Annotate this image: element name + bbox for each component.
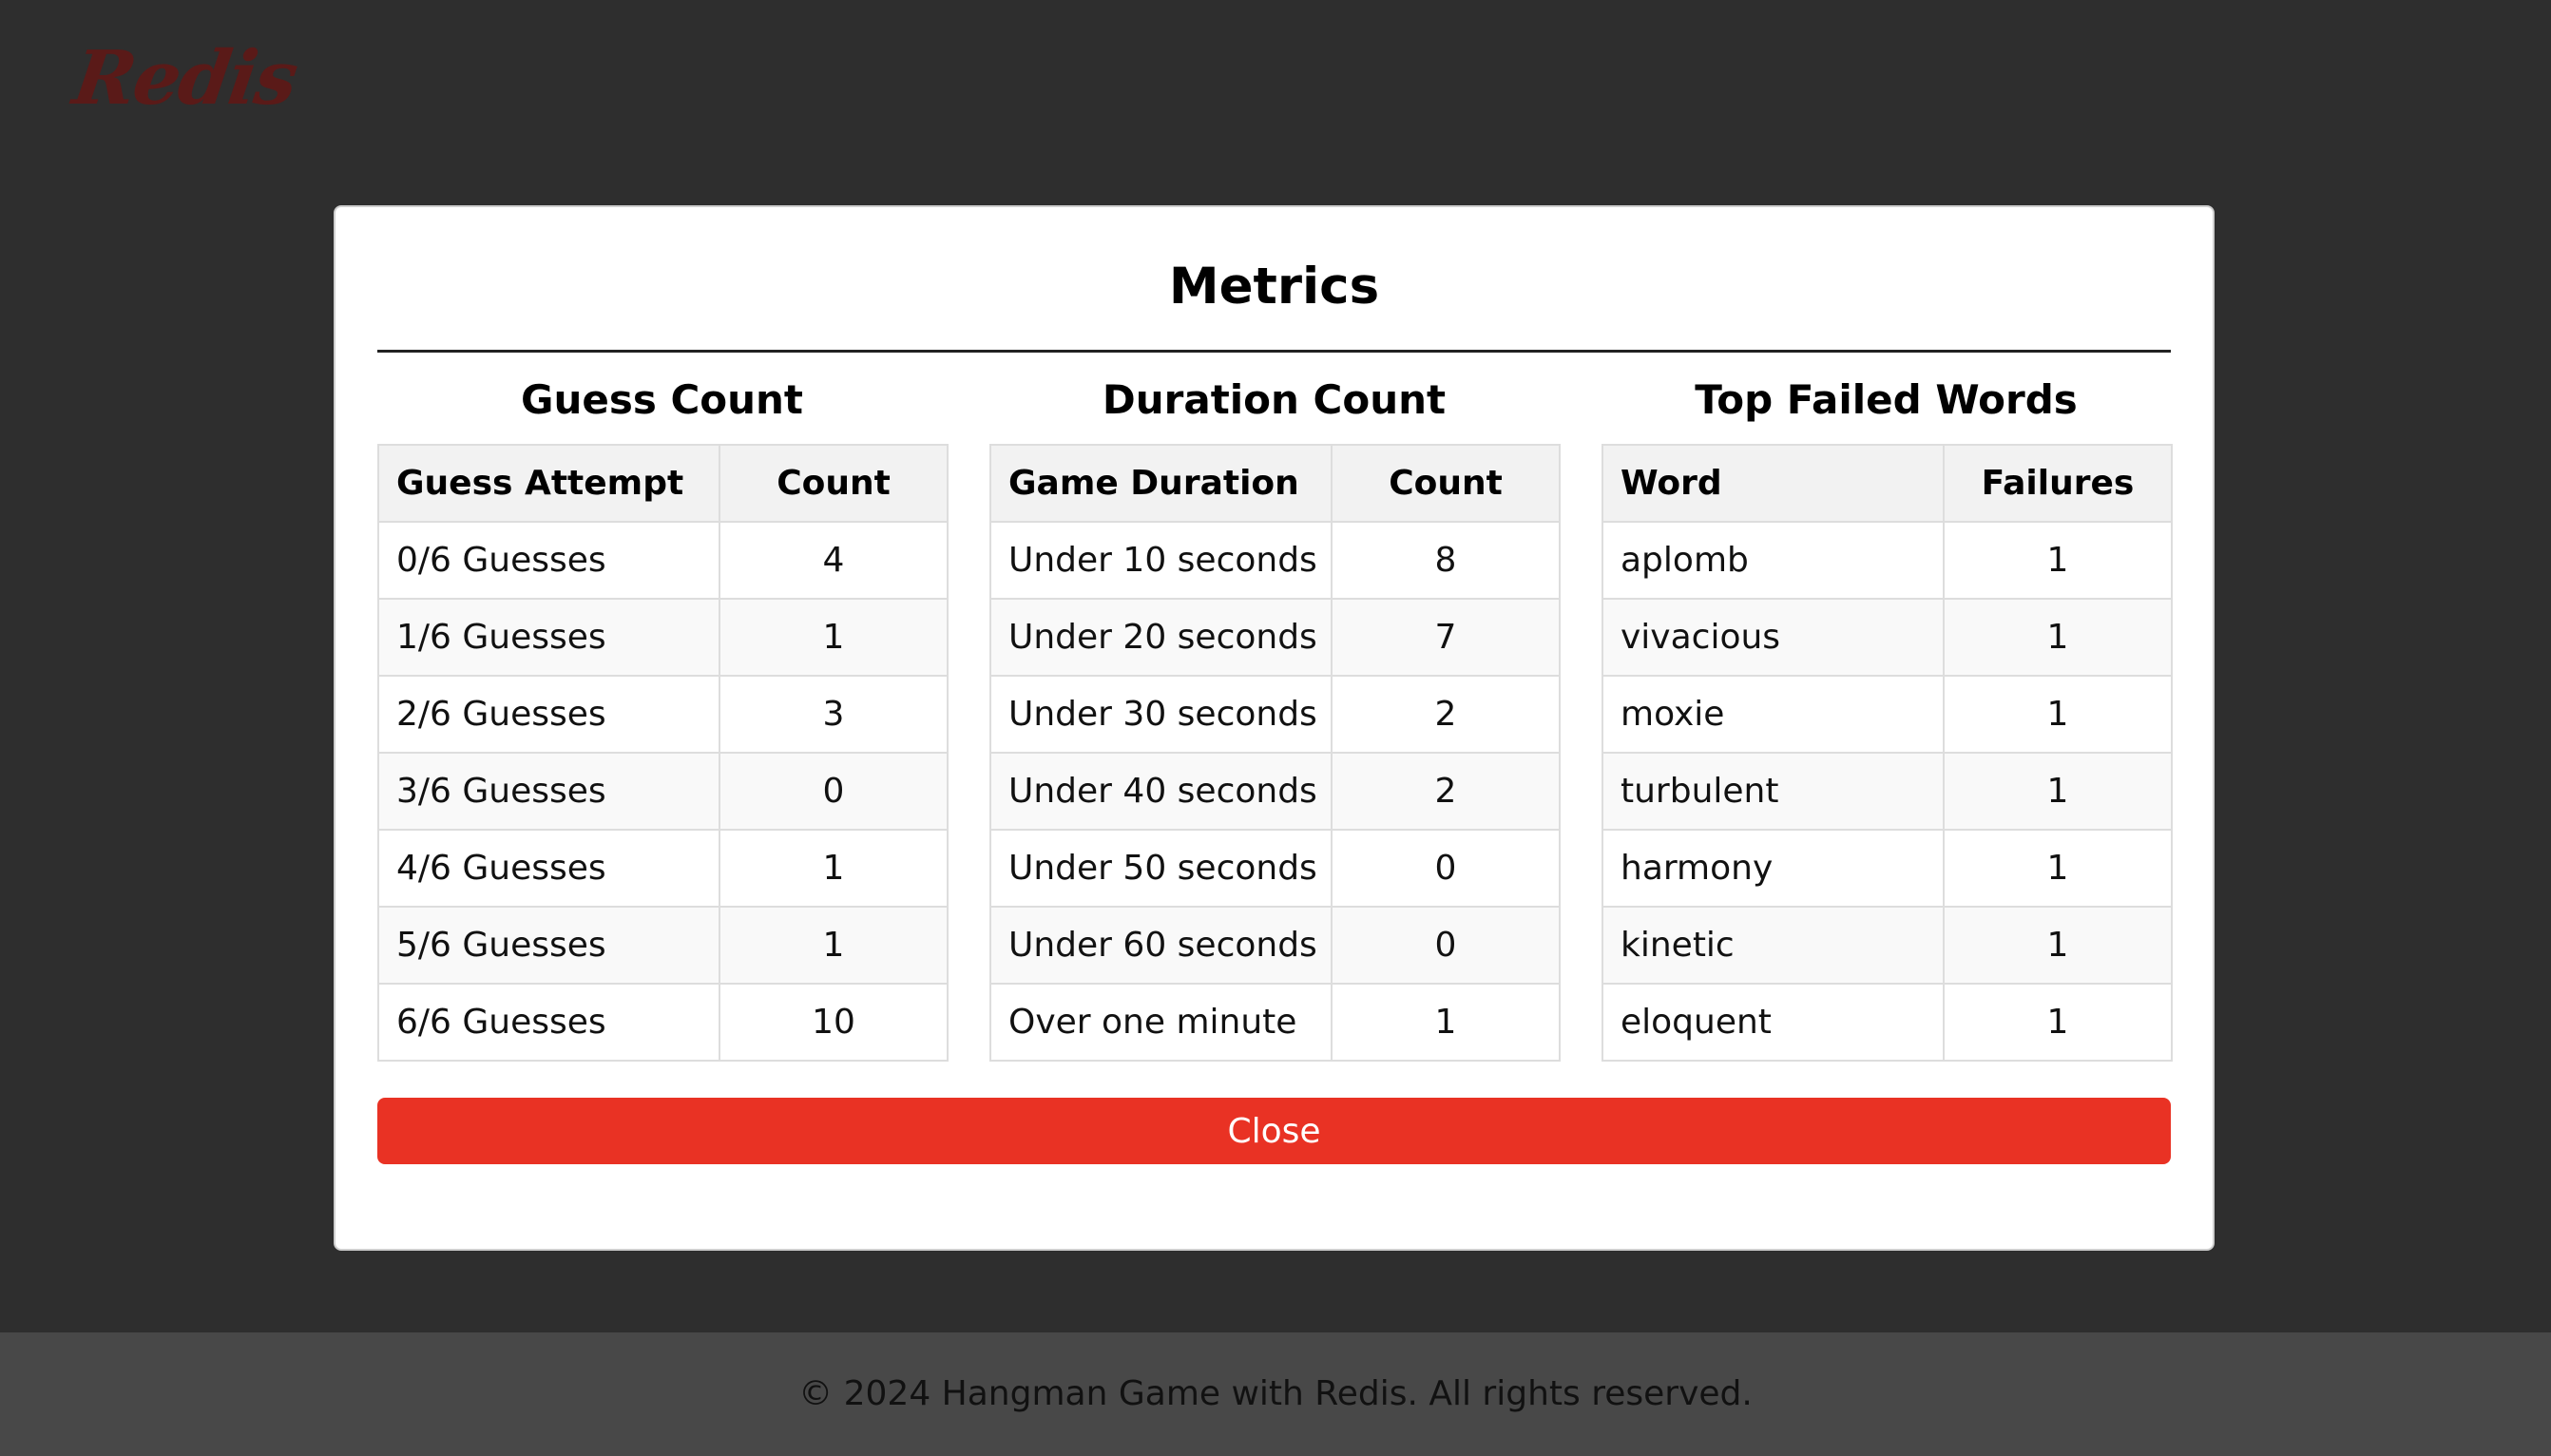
duration-count-table: Game Duration Count Under 10 seconds 8 Un… — [989, 444, 1561, 1062]
table-row: moxie 1 — [1602, 675, 2173, 754]
metrics-modal: Metrics Guess Count Guess Attempt Count … — [334, 205, 2215, 1251]
table-row: Under 30 seconds 2 — [989, 675, 1561, 754]
table-row: 2/6 Guesses 3 — [377, 675, 949, 754]
count-cell: 1 — [719, 829, 949, 908]
failures-cell: 1 — [1943, 598, 2173, 677]
count-cell: 7 — [1331, 598, 1561, 677]
game-duration-cell: Under 50 seconds — [989, 829, 1333, 908]
guess-attempt-cell: 5/6 Guesses — [377, 906, 720, 985]
failures-cell: 1 — [1943, 906, 2173, 985]
column-header-failures: Failures — [1943, 444, 2173, 523]
word-cell: vivacious — [1602, 598, 1945, 677]
table-row: Under 60 seconds 0 — [989, 906, 1561, 985]
column-header-word: Word — [1602, 444, 1945, 523]
footer: © 2024 Hangman Game with Redis. All righ… — [0, 1332, 2551, 1456]
modal-title: Metrics — [1168, 258, 1380, 316]
guess-attempt-cell: 2/6 Guesses — [377, 675, 720, 754]
metrics-tables: Guess Count Guess Attempt Count 0/6 Gues… — [377, 372, 2173, 1062]
guess-attempt-cell: 0/6 Guesses — [377, 521, 720, 600]
game-duration-cell: Under 40 seconds — [989, 752, 1333, 831]
failures-cell: 1 — [1943, 521, 2173, 600]
table-row: aplomb 1 — [1602, 521, 2173, 600]
table-row: 1/6 Guesses 1 — [377, 598, 949, 677]
count-cell: 10 — [719, 983, 949, 1062]
guess-attempt-cell: 6/6 Guesses — [377, 983, 720, 1062]
table-row: 4/6 Guesses 1 — [377, 829, 949, 908]
failures-cell: 1 — [1943, 752, 2173, 831]
table-row: eloquent 1 — [1602, 983, 2173, 1062]
game-duration-cell: Under 10 seconds — [989, 521, 1333, 600]
count-cell: 0 — [719, 752, 949, 831]
column-header-count: Count — [1331, 444, 1561, 523]
count-cell: 2 — [1331, 752, 1561, 831]
word-cell: kinetic — [1602, 906, 1945, 985]
column-header-guess-attempt: Guess Attempt — [377, 444, 720, 523]
duration-count-section: Duration Count Game Duration Count Under… — [989, 372, 1561, 1062]
count-cell: 0 — [1331, 829, 1561, 908]
word-cell: aplomb — [1602, 521, 1945, 600]
count-cell: 8 — [1331, 521, 1561, 600]
footer-copyright-text: © 2024 Hangman Game with Redis. All righ… — [798, 1374, 1753, 1413]
guess-count-heading: Guess Count — [520, 376, 804, 423]
word-cell: turbulent — [1602, 752, 1945, 831]
table-row: Under 40 seconds 2 — [989, 752, 1561, 831]
game-duration-cell: Under 60 seconds — [989, 906, 1333, 985]
guess-count-table: Guess Attempt Count 0/6 Guesses 4 1/6 Gue… — [377, 444, 949, 1062]
failures-cell: 1 — [1943, 675, 2173, 754]
count-cell: 3 — [719, 675, 949, 754]
word-cell: eloquent — [1602, 983, 1945, 1062]
close-button[interactable]: Close — [377, 1098, 2171, 1164]
count-cell: 2 — [1331, 675, 1561, 754]
table-row: 6/6 Guesses 10 — [377, 983, 949, 1062]
guess-attempt-cell: 3/6 Guesses — [377, 752, 720, 831]
column-header-game-duration: Game Duration — [989, 444, 1333, 523]
table-header-row: Word Failures — [1602, 444, 2173, 523]
table-header-row: Guess Attempt Count — [377, 444, 949, 523]
count-cell: 4 — [719, 521, 949, 600]
table-row: 3/6 Guesses 0 — [377, 752, 949, 831]
guess-attempt-cell: 4/6 Guesses — [377, 829, 720, 908]
count-cell: 1 — [719, 598, 949, 677]
top-failed-words-heading: Top Failed Words — [1695, 376, 2078, 423]
top-failed-words-table: Word Failures aplomb 1 vivacious 1 moxie 1 … — [1602, 444, 2173, 1062]
table-row: 5/6 Guesses 1 — [377, 906, 949, 985]
count-cell: 1 — [719, 906, 949, 985]
table-row: Under 50 seconds 0 — [989, 829, 1561, 908]
game-duration-cell: Under 30 seconds — [989, 675, 1333, 754]
table-row: Under 10 seconds 8 — [989, 521, 1561, 600]
guess-count-section: Guess Count Guess Attempt Count 0/6 Gues… — [377, 372, 949, 1062]
table-header-row: Game Duration Count — [989, 444, 1561, 523]
title-divider — [377, 350, 2171, 353]
column-header-count: Count — [719, 444, 949, 523]
word-cell: harmony — [1602, 829, 1945, 908]
game-duration-cell: Under 20 seconds — [989, 598, 1333, 677]
count-cell: 1 — [1331, 983, 1561, 1062]
table-row: Over one minute 1 — [989, 983, 1561, 1062]
duration-count-heading: Duration Count — [1102, 376, 1447, 423]
table-row: 0/6 Guesses 4 — [377, 521, 949, 600]
guess-attempt-cell: 1/6 Guesses — [377, 598, 720, 677]
top-failed-words-section: Top Failed Words Word Failures aplomb 1 v… — [1602, 372, 2173, 1062]
game-duration-cell: Over one minute — [989, 983, 1333, 1062]
table-row: turbulent 1 — [1602, 752, 2173, 831]
table-row: harmony 1 — [1602, 829, 2173, 908]
table-row: kinetic 1 — [1602, 906, 2173, 985]
table-row: vivacious 1 — [1602, 598, 2173, 677]
table-row: Under 20 seconds 7 — [989, 598, 1561, 677]
redis-logo: Redis — [67, 35, 301, 122]
count-cell: 0 — [1331, 906, 1561, 985]
word-cell: moxie — [1602, 675, 1945, 754]
failures-cell: 1 — [1943, 829, 2173, 908]
failures-cell: 1 — [1943, 983, 2173, 1062]
